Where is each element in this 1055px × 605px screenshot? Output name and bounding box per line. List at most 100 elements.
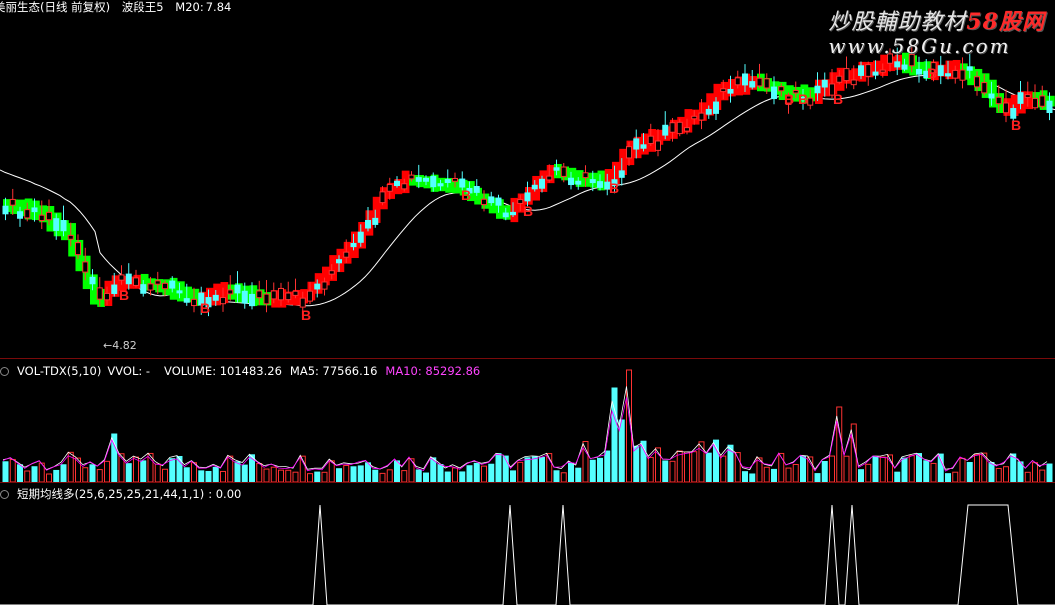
- trend-ribbon-segment: [213, 283, 221, 306]
- candlestick: [531, 184, 538, 190]
- price-chart-header: 美丽生态(日线 前复权) 波段王5 M20: 7.84: [0, 0, 239, 14]
- candlestick: [234, 284, 241, 294]
- candlestick: [473, 186, 480, 193]
- volume-bar: [1010, 453, 1017, 482]
- volume-bar: [1039, 469, 1046, 482]
- trend-ribbon-segment: [851, 68, 859, 81]
- candlestick: [597, 181, 603, 188]
- volume-bar: [843, 455, 850, 482]
- volume-bar: [894, 471, 901, 482]
- volume-bar: [350, 466, 357, 482]
- candlestick: [691, 115, 698, 120]
- candlestick: [285, 292, 292, 301]
- volume-bar: [169, 458, 176, 482]
- volume-bar: [539, 456, 545, 482]
- indicator-pane[interactable]: 短期均线多(25,6,25,25,21,44,1,1): 0.00: [0, 485, 1055, 605]
- volume-bar: [510, 470, 516, 482]
- candlestick: [430, 176, 437, 188]
- volume-bar: [858, 469, 864, 482]
- candlestick: [89, 276, 96, 285]
- candlestick: [118, 274, 125, 281]
- candlestick: [292, 290, 299, 296]
- candlestick: [669, 122, 676, 133]
- candlestick: [1046, 100, 1053, 114]
- indicator-header: 短期均线多(25,6,25,25,21,44,1,1): 0.00: [0, 487, 249, 501]
- buy-signal-marker: B: [200, 300, 210, 316]
- volume-bar: [916, 453, 922, 482]
- candlestick: [974, 76, 980, 88]
- volume-pane[interactable]: VOL-TDX(5,10) VVOL: - VOLUME: 101483.26 MA5…: [0, 361, 1055, 482]
- candlestick: [140, 284, 147, 294]
- candlestick: [988, 93, 995, 99]
- candlestick: [916, 68, 922, 75]
- watermark: 炒股輔助教材58股网 www.58Gu.com: [828, 4, 1045, 58]
- trend-ribbon-segment: [554, 163, 562, 179]
- volume-bar: [473, 462, 480, 482]
- candlestick: [836, 75, 843, 83]
- volume-bar: [336, 468, 342, 482]
- candlestick: [734, 77, 741, 86]
- candlestick: [299, 297, 306, 308]
- candlestick: [640, 144, 647, 149]
- volume-bar: [988, 462, 995, 482]
- volume-bar: [582, 440, 589, 482]
- volume-bar: [285, 469, 292, 482]
- candlestick: [662, 124, 669, 136]
- candlestick: [633, 138, 640, 150]
- volume-bar: [1032, 462, 1038, 482]
- low-price-annotation: ←4.82: [103, 339, 137, 352]
- indicator-chart[interactable]: [0, 485, 1055, 605]
- volume-bar: [60, 464, 67, 482]
- candlestick: [401, 183, 408, 190]
- volume-bar: [212, 466, 219, 482]
- candlestick: [858, 65, 864, 76]
- candlestick: [212, 294, 219, 301]
- stock-title: 美丽生态(日线 前复权): [0, 0, 111, 14]
- candlestick: [96, 287, 103, 300]
- volume-bar: [183, 467, 190, 482]
- candlestick: [560, 166, 567, 177]
- volume-bar: [1003, 466, 1009, 482]
- volume-bar: [531, 456, 538, 482]
- volume-bar: [82, 467, 89, 482]
- candlestick: [2, 205, 9, 215]
- candlestick: [865, 64, 872, 77]
- indicator-signal-line: [0, 504, 1055, 605]
- candlestick: [343, 251, 350, 258]
- candlestick: [684, 127, 690, 132]
- price-chart-pane[interactable]: BBBBBBBBBBB 美丽生态(日线 前复权) 波段王5 M20: 7.84 炒…: [0, 0, 1055, 358]
- candlestick: [727, 88, 734, 94]
- candlestick: [771, 86, 777, 100]
- volume-bar: [234, 461, 241, 482]
- candlestick: [154, 280, 161, 285]
- volume-bar: [205, 470, 212, 482]
- buy-signal-marker: B: [609, 180, 619, 196]
- volume-bar: [553, 470, 560, 482]
- volume-bar: [423, 472, 429, 482]
- volume-bar: [575, 467, 582, 482]
- volume-bar: [437, 464, 444, 482]
- buy-signal-marker: B: [119, 287, 129, 303]
- candlestick: [995, 96, 1002, 105]
- candlestick: [220, 297, 226, 305]
- volume-bar: [959, 457, 966, 482]
- volume-chart[interactable]: [0, 361, 1055, 482]
- volume-bar: [785, 467, 792, 482]
- candlestick: [814, 85, 821, 94]
- volume-bar: [829, 455, 835, 482]
- candlestick: [111, 284, 118, 294]
- buy-signal-marker: B: [523, 203, 533, 219]
- volume-header: VOL-TDX(5,10) VVOL: - VOLUME: 101483.26 MA5…: [0, 364, 488, 378]
- candlestick: [1032, 98, 1038, 109]
- volume-bar: [372, 469, 379, 482]
- candlestick: [843, 68, 850, 82]
- volume-bar: [669, 460, 676, 482]
- volume-bar: [2, 461, 9, 482]
- volume-bar: [763, 466, 770, 482]
- volume-bar: [17, 464, 23, 482]
- candlestick: [582, 172, 589, 179]
- candlestick: [147, 283, 154, 291]
- volume-bar: [597, 457, 603, 482]
- indicator-formula-name: 短期均线多(25,6,25,25,21,44,1,1): [17, 487, 205, 501]
- candlestick: [879, 69, 886, 73]
